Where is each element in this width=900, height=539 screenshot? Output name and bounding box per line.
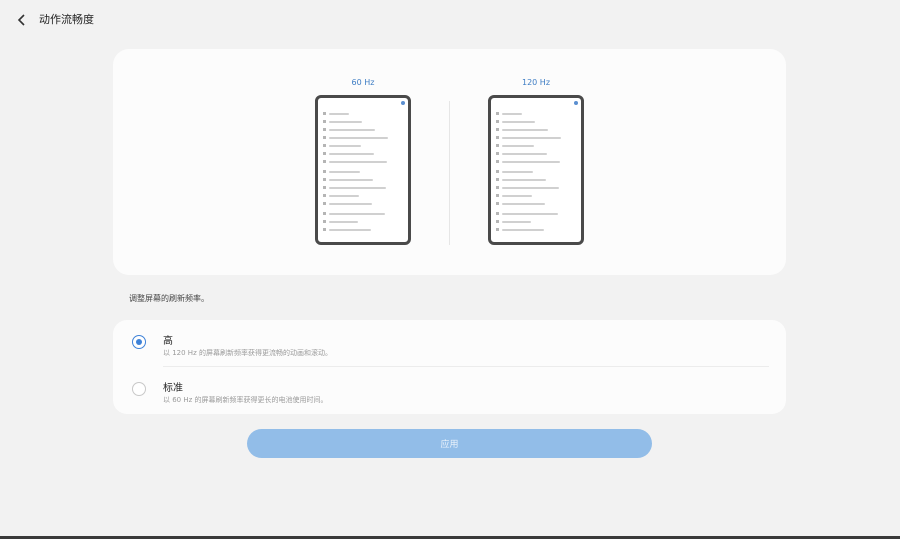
radio-standard[interactable] [132, 382, 146, 396]
preview-list-line [502, 160, 560, 163]
preview-list-bullet [496, 194, 499, 197]
preview-list-line [502, 228, 544, 231]
preview-list-bullet [323, 170, 326, 173]
preview-list-bullet [323, 144, 326, 147]
preview-list-line [329, 186, 386, 189]
preview-list-line [502, 120, 535, 123]
preview-list-bullet [323, 112, 326, 115]
preview-list-line [329, 120, 362, 123]
preview-list-line [502, 170, 533, 173]
preview-list-line [502, 178, 546, 181]
preview-list-bullet [496, 136, 499, 139]
preview-list-bullet [323, 152, 326, 155]
preview-list-line [329, 170, 360, 173]
preview-list-line [329, 212, 385, 215]
preview-list-line [329, 202, 372, 205]
preview-list-line [502, 152, 547, 155]
preview-list-line [502, 202, 545, 205]
preview-divider [449, 101, 450, 245]
preview-list-bullet [323, 120, 326, 123]
preview-list-line [329, 152, 374, 155]
preview-list-bullet [496, 112, 499, 115]
preview-list-line [329, 144, 361, 147]
preview-list-bullet [323, 228, 326, 231]
preview-list-line [502, 212, 558, 215]
preview-list-bullet [496, 144, 499, 147]
preview-list-bullet [323, 194, 326, 197]
preview-list-bullet [323, 186, 326, 189]
chevron-left-icon [17, 14, 25, 26]
preview-list-bullet [496, 152, 499, 155]
radio-high[interactable] [132, 335, 146, 349]
preview-list-line [329, 112, 349, 115]
preview-list-line [502, 194, 532, 197]
preview-list-line [329, 128, 375, 131]
refresh-rate-preview-card: 60 Hz 120 Hz [113, 49, 786, 275]
section-description: 调整屏幕的刷新频率。 [129, 294, 209, 303]
option-high-description: 以 120 Hz 的屏幕刷新频率获得更流畅的动画和滚动。 [163, 349, 332, 357]
preview-list-bullet [496, 120, 499, 123]
preview-list-bullet [323, 212, 326, 215]
preview-list-bullet [496, 186, 499, 189]
preview-list-bullet [496, 170, 499, 173]
app-header: 动作流畅度 [0, 0, 900, 40]
option-standard-description: 以 60 Hz 的屏幕刷新频率获得更长的电池使用时间。 [163, 396, 328, 404]
option-standard-title: 标准 [163, 383, 183, 394]
preview-list-bullet [496, 178, 499, 181]
phone-preview-60hz-image [315, 95, 411, 245]
preview-list-bullet [323, 178, 326, 181]
preview-list-line [502, 136, 561, 139]
preview-list-bullet [496, 202, 499, 205]
preview-list-bullet [323, 128, 326, 131]
phone-preview-120hz-image [488, 95, 584, 245]
option-standard[interactable]: 标准 以 60 Hz 的屏幕刷新频率获得更长的电池使用时间。 [113, 367, 786, 413]
preview-list-line [329, 228, 371, 231]
preview-list-bullet [496, 228, 499, 231]
preview-list-bullet [323, 202, 326, 205]
refresh-options-card: 高 以 120 Hz 的屏幕刷新频率获得更流畅的动画和滚动。 标准 以 60 H… [113, 320, 786, 414]
option-high[interactable]: 高 以 120 Hz 的屏幕刷新频率获得更流畅的动画和滚动。 [113, 320, 786, 367]
preview-label-60hz: 60 Hz [351, 78, 375, 87]
option-high-title: 高 [163, 336, 173, 347]
preview-list-bullet [323, 160, 326, 163]
preview-label-120hz: 120 Hz [521, 78, 551, 87]
preview-list-bullet [496, 212, 499, 215]
preview-list-bullet [496, 160, 499, 163]
preview-list-bullet [323, 220, 326, 223]
preview-60hz: 60 Hz [315, 77, 411, 245]
preview-list-line [329, 160, 387, 163]
preview-list-bullet [496, 220, 499, 223]
preview-list-line [329, 194, 359, 197]
preview-list-line [502, 128, 548, 131]
preview-list-line [329, 178, 373, 181]
apply-button[interactable]: 应用 [247, 429, 652, 458]
preview-list-bullet [323, 136, 326, 139]
preview-list-line [502, 220, 531, 223]
back-button[interactable] [10, 8, 34, 32]
preview-list-line [502, 144, 534, 147]
preview-list-line [329, 220, 358, 223]
preview-120hz: 120 Hz [488, 77, 584, 245]
preview-list-line [502, 112, 522, 115]
preview-list-bullet [496, 128, 499, 131]
preview-list-line [329, 136, 388, 139]
preview-list-line [502, 186, 559, 189]
page-title: 动作流畅度 [39, 13, 94, 26]
